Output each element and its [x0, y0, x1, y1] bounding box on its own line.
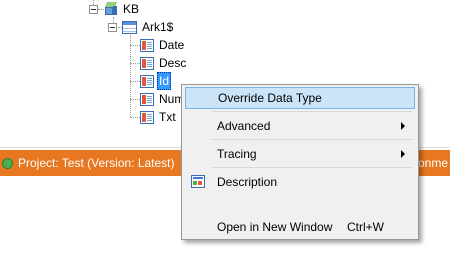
menu-item-label: Open in New Window — [217, 220, 333, 234]
tree-connector — [130, 63, 140, 64]
menu-item-label: Advanced — [217, 119, 271, 133]
tree-node-column-txt[interactable]: Txt — [140, 109, 178, 125]
menu-item-tracing[interactable]: Tracing — [185, 143, 415, 165]
tree-connector — [130, 99, 140, 100]
status-indicator-icon — [2, 157, 13, 169]
menu-separator — [212, 111, 412, 112]
tree-node-label: KB — [123, 2, 140, 16]
collapse-toggle-table[interactable] — [108, 23, 117, 32]
submenu-arrow-icon — [401, 122, 405, 130]
tree-node-column-id[interactable]: Id — [140, 72, 172, 90]
tree-node-kb[interactable]: KB — [104, 1, 141, 17]
tree-node-column-num[interactable]: Num — [140, 91, 186, 107]
column-icon — [140, 56, 154, 70]
tree-node-label-selected: Id — [157, 72, 172, 90]
menu-separator — [212, 167, 412, 168]
menu-item-label: Tracing — [217, 147, 257, 161]
project-status-text: Project: Test (Version: Latest) — [18, 156, 175, 170]
menu-item-override-data-type[interactable]: Override Data Type — [185, 87, 415, 109]
tree-node-label: Ark1$ — [142, 20, 174, 34]
description-icon — [191, 175, 205, 188]
submenu-arrow-icon — [401, 150, 405, 158]
tree-node-column-date[interactable]: Date — [140, 37, 186, 53]
menu-item-open-in-new-window[interactable]: Open in New Window Ctrl+W — [185, 216, 415, 238]
tree-connector — [130, 81, 140, 82]
cube-icon — [104, 2, 118, 16]
tree-connector — [130, 117, 140, 118]
tree-connector — [130, 35, 131, 117]
menu-item-description[interactable]: Description — [185, 171, 415, 193]
menu-item-shortcut: Ctrl+W — [347, 220, 384, 234]
tree-node-label: Date — [159, 38, 185, 52]
menu-item-label: Description — [217, 175, 278, 189]
context-menu: Override Data Type Advanced Tracing Desc… — [181, 84, 419, 240]
tree-node-column-desc[interactable]: Desc — [140, 55, 188, 71]
table-icon — [122, 20, 137, 34]
menu-separator — [212, 139, 412, 140]
collapse-toggle-kb[interactable] — [89, 5, 98, 14]
column-icon — [140, 74, 154, 88]
tree-node-label: Desc — [159, 56, 187, 70]
tree-node-table[interactable]: Ark1$ — [122, 19, 175, 35]
menu-item-label: Override Data Type — [218, 91, 322, 105]
menu-item-advanced[interactable]: Advanced — [185, 115, 415, 137]
column-icon — [140, 92, 154, 106]
tree-connector — [130, 45, 140, 46]
column-icon — [140, 110, 154, 124]
tree-node-label: Txt — [159, 110, 176, 124]
column-icon — [140, 38, 154, 52]
environment-status-text: ronme — [414, 156, 449, 170]
